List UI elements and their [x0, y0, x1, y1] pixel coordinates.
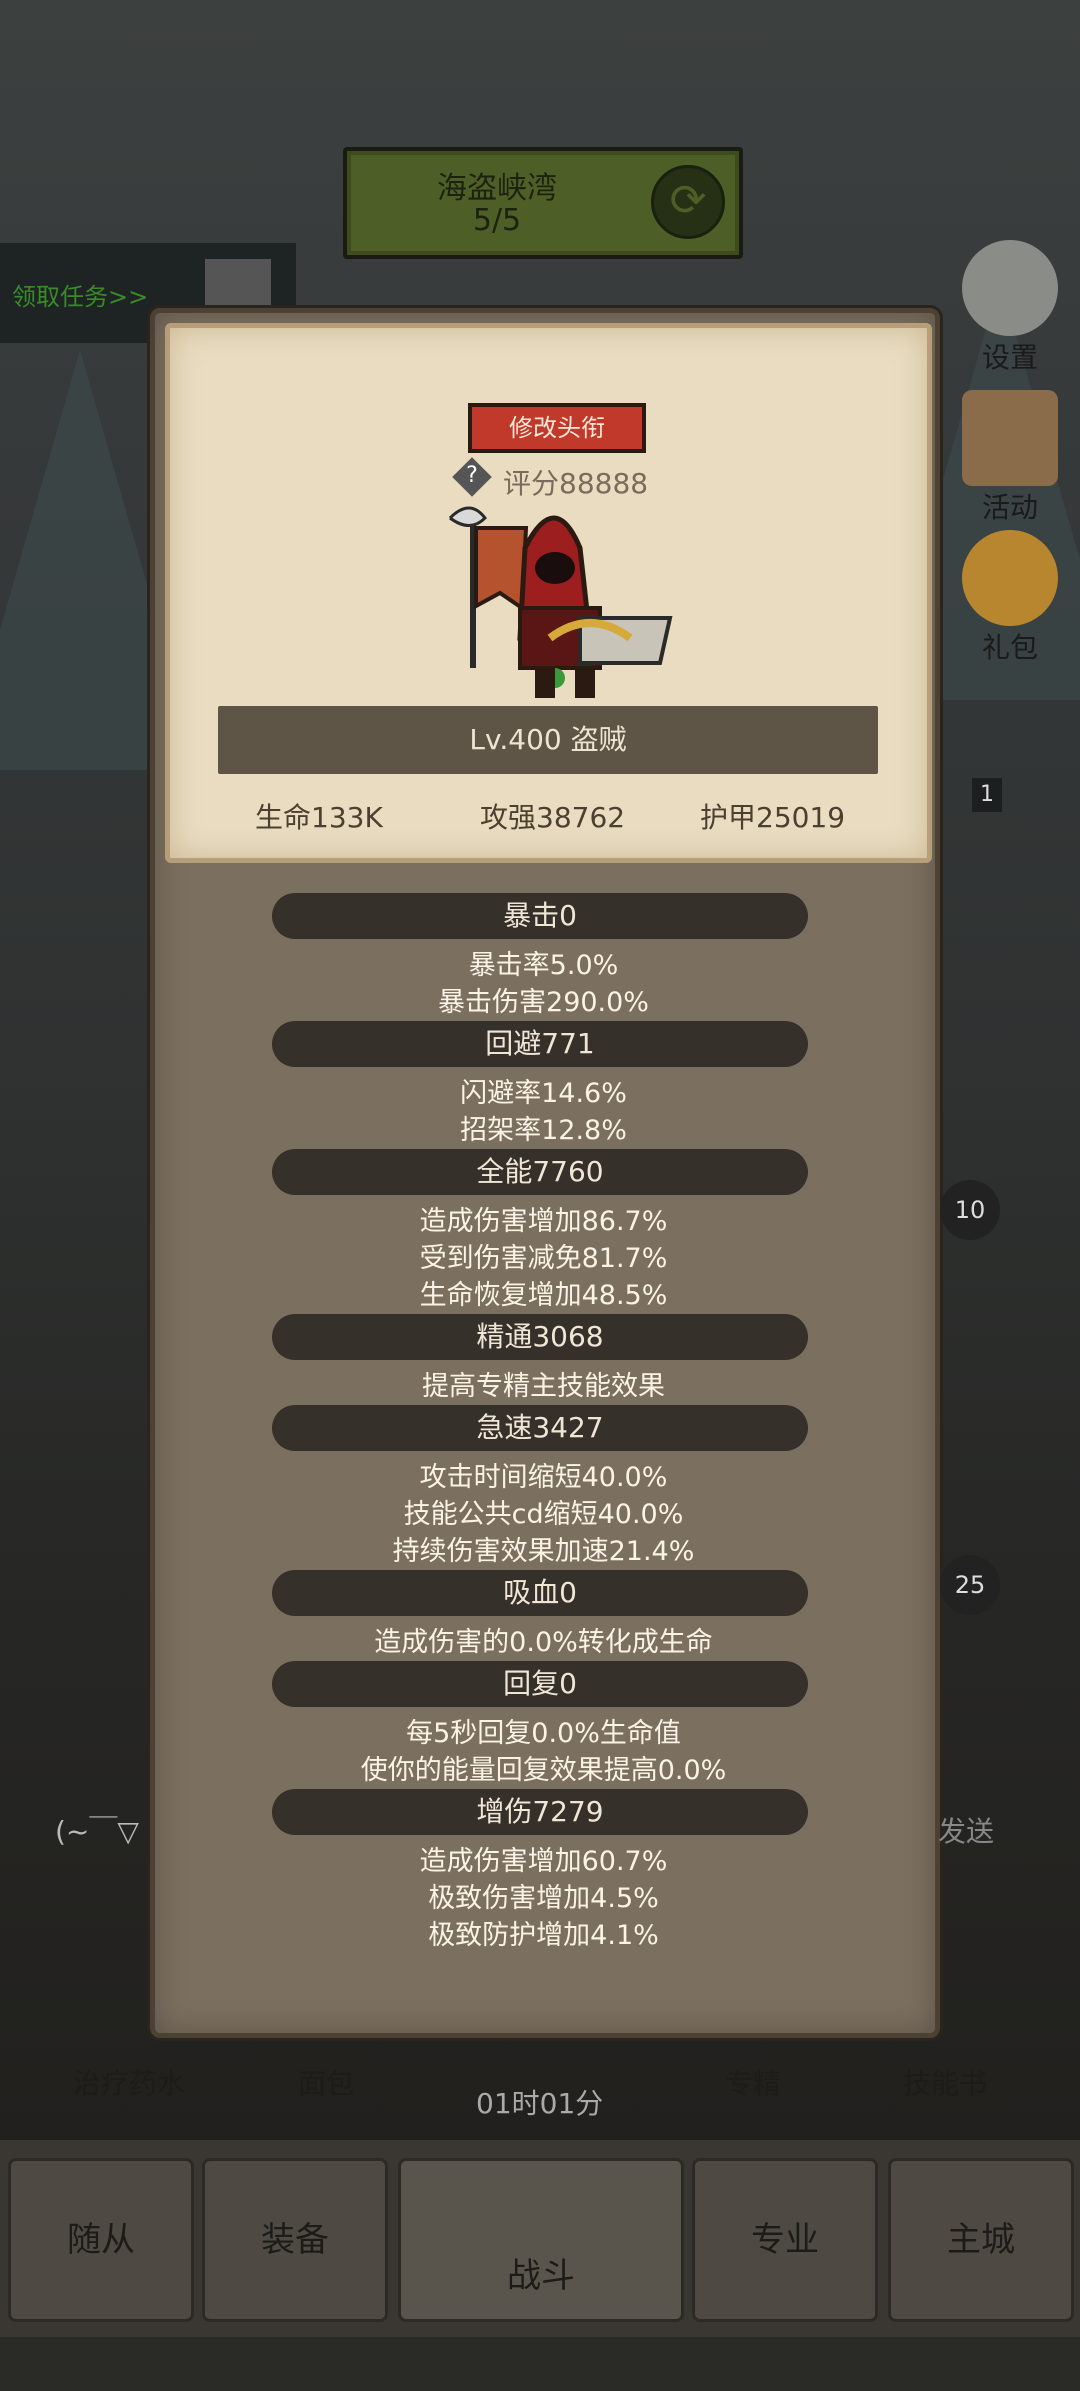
stat-line: 持续伤害效果加速21.4%	[392, 1536, 695, 1567]
stage-progress: 5/5	[472, 203, 522, 238]
stat-line: 受到伤害减免81.7%	[419, 1243, 668, 1274]
refresh-icon[interactable]: ⟳	[651, 165, 725, 239]
hero-card: 修改头衔 ? 评分88888 Lv.400 盗贼 生命133K 攻强38762 …	[165, 323, 932, 863]
gift-label: 礼包	[981, 631, 1038, 664]
stage-name: 海盗峡湾	[437, 171, 557, 206]
quest-label: 领取任务>>	[12, 283, 149, 311]
section-header-versatility: 全能7760	[272, 1149, 808, 1195]
gear-icon	[962, 240, 1058, 336]
nav-follower[interactable]: 随从	[8, 2158, 194, 2322]
stat-line: 暴击伤害290.0%	[438, 987, 649, 1018]
item-count-badge: 25	[940, 1555, 1000, 1615]
scroll-icon	[962, 390, 1058, 486]
section-header-mastery: 精通3068	[272, 1314, 808, 1360]
section-header-dodge: 回避771	[272, 1021, 808, 1067]
armor-stat: 护甲25019	[700, 801, 846, 834]
nav-city[interactable]: 主城	[888, 2158, 1074, 2322]
section-header-regen: 回复0	[272, 1661, 808, 1707]
stat-line: 暴击率5.0%	[468, 950, 619, 981]
gift-button[interactable]: 礼包	[955, 530, 1065, 666]
stat-line: 技能公共cd缩短40.0%	[403, 1499, 684, 1530]
stage-banner[interactable]: 海盗峡湾 5/5 ⟳	[343, 147, 743, 259]
bottom-nav: 随从 装备 战斗 专业 主城	[0, 2140, 1080, 2337]
stat-line: 造成伤害的0.0%转化成生命	[374, 1627, 713, 1658]
stat-line: 造成伤害增加86.7%	[419, 1206, 668, 1237]
chat-send-label: 发送	[938, 1815, 995, 1848]
help-icon-glyph: ?	[466, 463, 478, 488]
stat-line: 提高专精主技能效果	[422, 1371, 665, 1402]
settings-label: 设置	[981, 341, 1038, 374]
stat-line: 极致防护增加4.1%	[428, 1920, 659, 1951]
stat-line: 每5秒回复0.0%生命值	[406, 1718, 681, 1749]
nav-battle[interactable]: 战斗	[398, 2158, 684, 2322]
activity-label: 活动	[981, 491, 1038, 524]
stat-line: 极致伤害增加4.5%	[428, 1883, 659, 1914]
stat-line: 招架率12.8%	[460, 1115, 627, 1146]
stat-line: 造成伤害增加60.7%	[419, 1846, 668, 1877]
stat-line: 生命恢复增加48.5%	[419, 1280, 668, 1311]
level-class-bar: Lv.400 盗贼	[218, 706, 878, 774]
skillbook-label[interactable]: 技能书	[903, 2062, 987, 2102]
section-header-damage-bonus: 增伤7279	[272, 1789, 808, 1835]
bread-label[interactable]: 面包	[298, 2062, 354, 2102]
hp-stat: 生命133K	[255, 801, 383, 834]
edit-title-button[interactable]: 修改头衔	[468, 403, 646, 453]
nav-profession[interactable]: 专业	[692, 2158, 878, 2322]
character-stats-panel: 修改头衔 ? 评分88888 Lv.400 盗贼 生命133K 攻强38762 …	[150, 308, 940, 2038]
settings-button[interactable]: 设置	[955, 240, 1065, 376]
timer-label: 01时01分	[476, 2087, 604, 2120]
section-header-lifesteal: 吸血0	[272, 1570, 808, 1616]
item-count-badge: 10	[940, 1180, 1000, 1240]
attack-stat: 攻强38762	[480, 801, 626, 834]
gift-icon	[962, 530, 1058, 626]
potion-label[interactable]: 治疗药水	[73, 2062, 185, 2102]
spec-label[interactable]: 专精	[725, 2062, 781, 2102]
nav-equip[interactable]: 装备	[202, 2158, 388, 2322]
level-indicator: 1	[972, 778, 1002, 812]
stat-line: 闪避率14.6%	[460, 1078, 627, 1109]
section-header-crit: 暴击0	[272, 893, 808, 939]
stat-line: 攻击时间缩短40.0%	[419, 1462, 668, 1493]
rogue-hero-sprite	[448, 506, 673, 698]
stat-line: 使你的能量回复效果提高0.0%	[360, 1755, 727, 1786]
section-header-haste: 急速3427	[272, 1405, 808, 1451]
activity-button[interactable]: 活动	[955, 390, 1065, 526]
chat-emote: (~￣▽	[55, 1815, 139, 1848]
